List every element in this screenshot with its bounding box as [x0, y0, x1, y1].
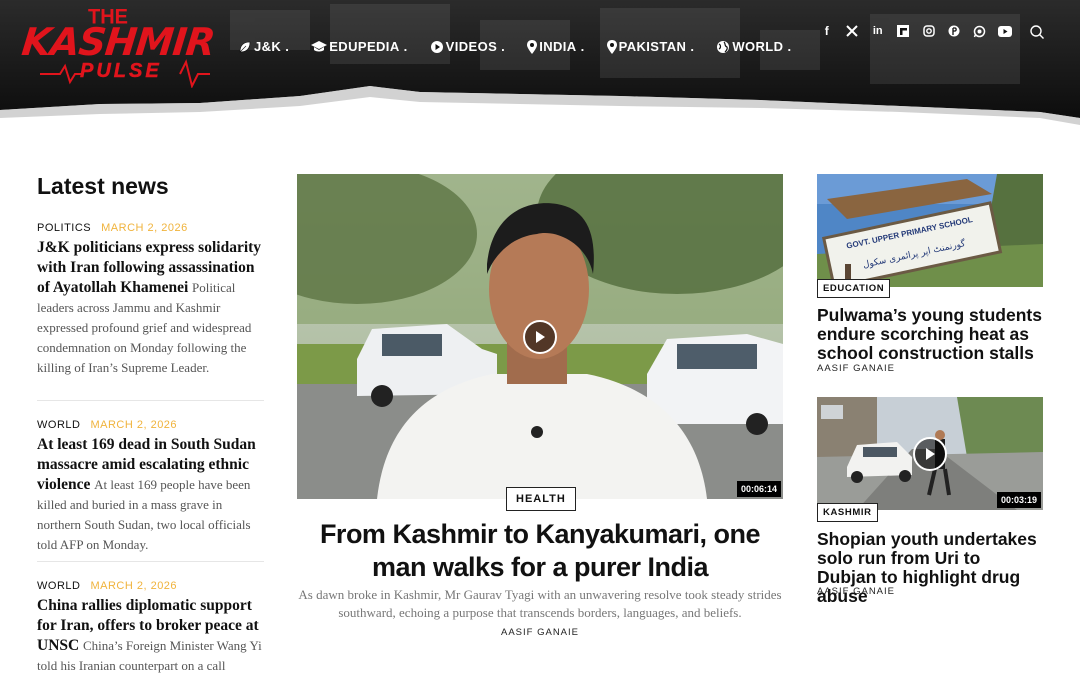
nav-label: INDIA	[539, 39, 577, 54]
play-circle-icon	[430, 40, 444, 54]
map-pin-icon	[606, 39, 617, 54]
logo-tagline: PULSE	[80, 60, 162, 83]
nav-item-india[interactable]: INDIA .	[527, 39, 584, 54]
news-meta: WORLD MARCH 2, 2026	[37, 580, 265, 592]
divider	[37, 561, 264, 562]
nav-item-edupedia[interactable]: EDUPEDIA .	[311, 39, 407, 54]
news-date: MARCH 2, 2026	[90, 419, 178, 431]
play-button[interactable]	[913, 437, 947, 471]
video-duration: 00:03:19	[996, 492, 1041, 508]
nav-label: WORLD	[732, 39, 784, 54]
logo-pulse-line: PULSE	[40, 58, 210, 89]
nav-label: VIDEOS	[445, 39, 498, 54]
feature-excerpt: As dawn broke in Kashmir, Mr Gaurav Tyag…	[298, 587, 782, 620]
news-body: At least 169 dead in South Sudan massacr…	[37, 435, 265, 555]
side-article-title[interactable]: Pulwama’s young students endure scorchin…	[817, 306, 1043, 363]
feature-video-thumbnail[interactable]: 00:06:14	[297, 174, 783, 499]
nav-item-videos[interactable]: VIDEOS .	[430, 39, 506, 54]
news-date: MARCH 2, 2026	[101, 222, 188, 234]
instagram-icon[interactable]	[916, 22, 942, 40]
nav-label: PAKISTAN	[618, 39, 687, 54]
video-duration: 00:06:14	[736, 481, 781, 497]
news-item[interactable]: POLITICS MARCH 2, 2026 J&K politicians ex…	[37, 222, 265, 378]
nav-label: EDUPEDIA	[329, 39, 400, 54]
news-meta: WORLD MARCH 2, 2026	[37, 419, 265, 431]
nav-item-jk[interactable]: J&K .	[238, 39, 289, 54]
news-body: China rallies diplomatic support for Ira…	[37, 596, 265, 675]
pinterest-icon[interactable]	[942, 22, 968, 40]
nav-label: J&K	[254, 39, 282, 54]
leaf-icon	[238, 40, 252, 54]
news-category[interactable]: WORLD	[37, 419, 80, 431]
feature-title[interactable]: From Kashmir to Kanyakumari, one man wal…	[297, 518, 783, 584]
news-category[interactable]: WORLD	[37, 580, 80, 592]
side-article-author[interactable]: AASIF GANAIE	[817, 586, 895, 597]
site-header: THE KASHMIR PULSE J&K . EDUPEDIA . VIDEO…	[0, 0, 1080, 125]
latest-news-heading: Latest news	[37, 173, 169, 199]
nav-separator: .	[285, 39, 290, 54]
site-logo[interactable]: THE KASHMIR PULSE	[20, 5, 217, 89]
social-links: f in	[814, 22, 1018, 40]
news-body: J&K politicians express solidarity with …	[37, 238, 265, 378]
flipboard-icon[interactable]	[891, 22, 917, 40]
nav-separator: .	[787, 39, 792, 54]
news-meta: POLITICS MARCH 2, 2026	[37, 222, 265, 234]
side-video-thumbnail[interactable]: 00:03:19	[817, 397, 1043, 510]
news-item[interactable]: WORLD MARCH 2, 2026 China rallies diploma…	[37, 580, 265, 675]
nav-separator: .	[690, 39, 695, 54]
x-icon[interactable]	[840, 22, 866, 40]
map-pin-icon	[527, 39, 538, 54]
divider	[37, 400, 264, 401]
linkedin-icon[interactable]: in	[865, 22, 891, 40]
search-icon[interactable]	[1029, 24, 1045, 40]
facebook-icon[interactable]: f	[814, 22, 840, 40]
nav-separator: .	[580, 39, 585, 54]
play-button[interactable]	[523, 320, 557, 354]
globe-icon	[716, 40, 730, 54]
side-article-thumbnail[interactable]: GOVT. UPPER PRIMARY SCHOOL گورنمنٹ اپر پ…	[817, 174, 1043, 287]
whatsapp-icon[interactable]	[967, 22, 993, 40]
news-category[interactable]: POLITICS	[37, 222, 91, 234]
graduation-cap-icon	[311, 40, 328, 54]
school-sign-photo: GOVT. UPPER PRIMARY SCHOOL گورنمنٹ اپر پ…	[817, 174, 1043, 287]
category-tag[interactable]: HEALTH	[506, 487, 576, 511]
main-nav: J&K . EDUPEDIA . VIDEOS . INDIA . PAKIST…	[238, 39, 813, 54]
news-date: MARCH 2, 2026	[90, 580, 178, 592]
category-tag[interactable]: KASHMIR	[817, 503, 878, 522]
news-item[interactable]: WORLD MARCH 2, 2026 At least 169 dead in …	[37, 419, 265, 555]
side-article-author[interactable]: AASIF GANAIE	[817, 363, 895, 374]
nav-item-pakistan[interactable]: PAKISTAN .	[606, 39, 695, 54]
nav-separator: .	[403, 39, 408, 54]
nav-item-world[interactable]: WORLD .	[716, 39, 791, 54]
feature-author[interactable]: AASIF GANAIE	[297, 627, 783, 638]
nav-separator: .	[501, 39, 506, 54]
category-tag[interactable]: EDUCATION	[817, 279, 891, 298]
youtube-icon[interactable]	[993, 22, 1019, 40]
